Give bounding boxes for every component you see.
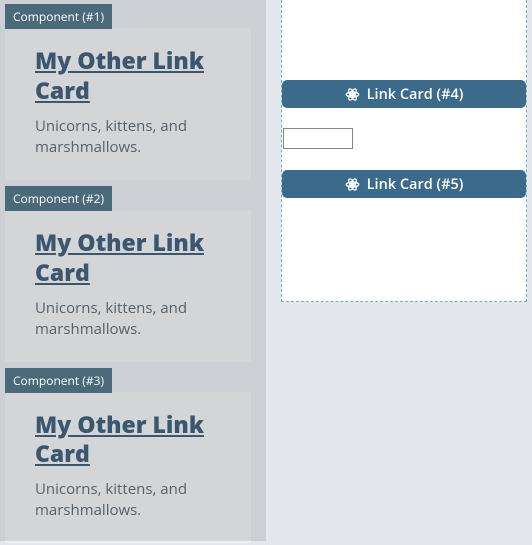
link-card-4-label: Link Card (#4)	[367, 85, 464, 104]
atom-icon	[345, 87, 360, 102]
component-list: Component (#1) My Other Link Card Unicor…	[5, 0, 251, 545]
card-description: Unicorns, kittens, and marshmallows.	[35, 298, 221, 340]
card-title[interactable]: My Other Link Card	[35, 410, 221, 470]
link-card-2[interactable]: My Other Link Card Unicorns, kittens, an…	[5, 210, 251, 362]
atom-icon	[345, 177, 360, 192]
component-2: Component (#2) My Other Link Card Unicor…	[5, 182, 251, 362]
link-card-3[interactable]: My Other Link Card Unicorns, kittens, an…	[5, 392, 251, 544]
component-tag-1: Component (#1)	[5, 4, 112, 29]
card-description: Unicorns, kittens, and marshmallows.	[35, 479, 221, 521]
link-card-button-4[interactable]: Link Card (#4)	[282, 80, 526, 108]
text-input[interactable]	[283, 128, 353, 149]
component-tag-2: Component (#2)	[5, 186, 112, 211]
component-3: Component (#3) My Other Link Card Unicor…	[5, 364, 251, 544]
card-title[interactable]: My Other Link Card	[35, 228, 221, 288]
link-card-1[interactable]: My Other Link Card Unicorns, kittens, an…	[5, 28, 251, 180]
drop-zone-panel[interactable]: Link Card (#4) Link Card (#5)	[281, 0, 527, 302]
component-tag-3: Component (#3)	[5, 368, 112, 393]
card-description: Unicorns, kittens, and marshmallows.	[35, 116, 221, 158]
link-card-5-label: Link Card (#5)	[367, 175, 464, 194]
link-card-button-5[interactable]: Link Card (#5)	[282, 170, 526, 198]
card-title[interactable]: My Other Link Card	[35, 46, 221, 106]
component-1: Component (#1) My Other Link Card Unicor…	[5, 0, 251, 180]
